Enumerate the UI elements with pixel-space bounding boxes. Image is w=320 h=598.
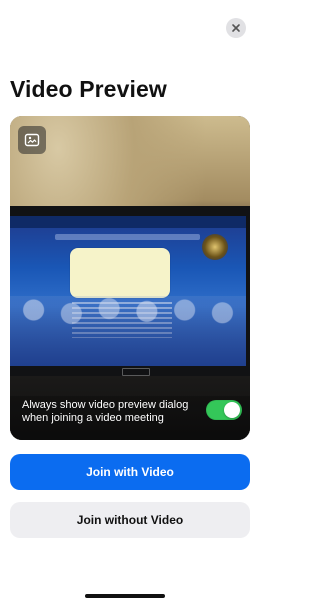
page-title: Video Preview bbox=[10, 76, 167, 102]
screen-logo bbox=[202, 234, 228, 260]
camera-switch-button[interactable] bbox=[18, 126, 46, 154]
screen-nav bbox=[55, 234, 200, 240]
monitor-screen bbox=[10, 216, 246, 366]
join-with-video-button[interactable]: Join with Video bbox=[10, 454, 250, 490]
video-preview-screen: Video Preview Always show video preview … bbox=[0, 0, 250, 598]
toggle-knob bbox=[224, 402, 240, 418]
always-show-preview-toggle[interactable] bbox=[206, 400, 242, 420]
join-without-video-button[interactable]: Join without Video bbox=[10, 502, 250, 538]
screen-bubble bbox=[70, 248, 170, 298]
screen-topbar bbox=[10, 216, 246, 228]
camera-switch-icon bbox=[24, 133, 40, 147]
monitor-in-preview bbox=[10, 206, 250, 376]
close-button[interactable] bbox=[226, 18, 246, 38]
always-show-preview-label: Always show video preview dialog when jo… bbox=[22, 399, 189, 424]
screen-crowd bbox=[10, 296, 246, 366]
always-show-preview-option: Always show video preview dialog when jo… bbox=[10, 396, 250, 440]
video-preview: Always show video preview dialog when jo… bbox=[10, 116, 250, 440]
home-indicator bbox=[85, 594, 165, 598]
monitor-brand-mark bbox=[122, 368, 150, 376]
close-icon bbox=[232, 24, 240, 32]
